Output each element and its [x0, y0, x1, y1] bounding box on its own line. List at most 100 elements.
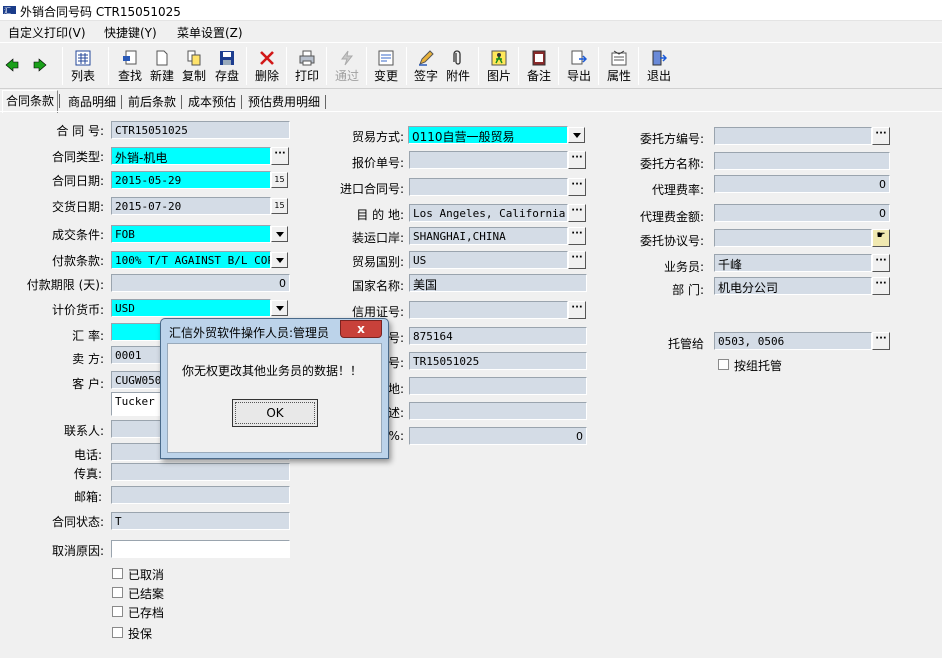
contract-type-lookup-button[interactable]: ··· — [271, 147, 289, 165]
calendar-icon[interactable]: 15 — [271, 172, 288, 188]
chevron-down-icon[interactable] — [271, 252, 288, 268]
country-lookup-button[interactable]: ··· — [568, 251, 586, 269]
quote-lookup-button[interactable]: ··· — [568, 151, 586, 169]
menu-shortcuts[interactable]: 快捷键(Y) — [104, 24, 157, 41]
note-button[interactable]: 备注 — [522, 45, 556, 87]
picture-button[interactable]: 图片 — [482, 45, 516, 87]
field-1[interactable]: 875164 — [409, 327, 587, 345]
payment-days-field[interactable]: 0 — [111, 274, 290, 292]
contract-date-field[interactable]: 2015-05-29 — [111, 171, 271, 189]
field-4[interactable] — [409, 402, 587, 420]
field-5[interactable]: 0 — [409, 427, 587, 445]
tab-cost-estimate[interactable]: 成本预估 — [185, 92, 243, 112]
note-icon — [532, 50, 546, 66]
properties-button[interactable]: 属性 — [602, 45, 636, 87]
cancelled-checkbox[interactable] — [112, 568, 123, 579]
payment-days-label: 付款期限 (天): — [26, 278, 104, 292]
arrow-left-icon — [5, 58, 19, 72]
payment-terms-select[interactable]: 100% T/T AGAINST B/L COPY — [111, 251, 271, 269]
contract-type-field[interactable]: 外销-机电 — [111, 147, 271, 165]
deal-terms-select[interactable]: FOB — [111, 225, 271, 243]
tab-pre-post-terms[interactable]: 前后条款 — [125, 92, 183, 112]
closed-label: 已结案 — [128, 587, 165, 601]
client-no-label: 委托方编号: — [639, 132, 704, 146]
tab-goods-detail[interactable]: 商品明细 — [65, 92, 123, 112]
destination-label: 目 的 地: — [356, 208, 404, 222]
salesman-field[interactable]: 千峰 — [714, 254, 872, 272]
seller-label: 卖 方: — [72, 352, 104, 366]
department-field[interactable]: 机电分公司 — [714, 277, 872, 295]
export-button[interactable]: 导出 — [562, 45, 596, 87]
fax-field[interactable] — [111, 463, 290, 481]
chevron-down-icon[interactable] — [271, 300, 288, 316]
group-custody-checkbox[interactable] — [718, 359, 729, 370]
closed-checkbox[interactable] — [112, 587, 123, 598]
field-3[interactable] — [409, 377, 587, 395]
payment-terms-label: 付款条款: — [51, 254, 104, 268]
dialog-title: 汇信外贸软件操作人员:管理员 — [169, 326, 330, 340]
delete-icon — [260, 51, 274, 65]
exit-button[interactable]: 退出 — [642, 45, 676, 87]
trade-mode-label: 贸易方式: — [351, 130, 404, 144]
menu-custom-print[interactable]: 自定义打印(V) — [8, 24, 86, 41]
delivery-date-field[interactable]: 2015-07-20 — [111, 197, 271, 215]
import-contract-field[interactable] — [409, 178, 568, 196]
custody-lookup-button[interactable]: ··· — [872, 332, 890, 350]
change-icon — [378, 50, 394, 66]
currency-select[interactable]: USD — [111, 299, 271, 317]
port-field[interactable]: SHANGHAI,CHINA — [409, 227, 568, 245]
chevron-down-icon[interactable] — [568, 127, 585, 143]
client-lookup-button[interactable]: ··· — [872, 127, 890, 145]
destination-field[interactable]: Los Angeles, California — [409, 204, 568, 222]
delivery-date-label: 交货日期: — [51, 200, 104, 214]
save-button[interactable]: 存盘 — [210, 45, 244, 87]
contract-status-field[interactable]: T — [111, 512, 290, 530]
contract-no-field[interactable]: CTR15051025 — [111, 121, 290, 139]
nation-name-field[interactable]: 美国 — [409, 274, 587, 292]
department-lookup-button[interactable]: ··· — [872, 277, 890, 295]
permission-error-dialog: 汇信外贸软件操作人员:管理员 x 你无权更改其他业务员的数据！！ OK — [160, 318, 389, 459]
change-button[interactable]: 变更 — [369, 45, 403, 87]
menu-bar: 自定义打印(V) 快捷键(Y) 菜单设置(Z) — [0, 21, 942, 42]
port-lookup-button[interactable]: ··· — [568, 227, 586, 245]
insured-checkbox[interactable] — [112, 627, 123, 638]
chevron-down-icon[interactable] — [271, 226, 288, 242]
tab-expense-estimate[interactable]: 预估费用明细 — [245, 92, 327, 112]
quote-no-label: 报价单号: — [351, 156, 404, 170]
pass-button[interactable]: 通过 — [330, 45, 364, 87]
lc-lookup-button[interactable]: ··· — [568, 301, 586, 319]
cancel-reason-field[interactable] — [111, 540, 290, 558]
field-2[interactable]: TR15051025 — [409, 352, 587, 370]
delete-button[interactable]: 删除 — [250, 45, 284, 87]
archived-checkbox[interactable] — [112, 606, 123, 617]
next-button[interactable] — [28, 45, 62, 87]
agreement-no-field[interactable] — [714, 229, 872, 247]
agent-rate-field[interactable]: 0 — [714, 175, 890, 193]
attach-button[interactable]: 附件 — [441, 45, 475, 87]
trade-mode-select[interactable]: 0110自营一般贸易 — [408, 126, 568, 144]
cancel-reason-label: 取消原因: — [51, 544, 104, 558]
list-button[interactable]: 列表 — [66, 45, 100, 87]
trade-country-field[interactable]: US — [409, 251, 568, 269]
agent-amount-field[interactable]: 0 — [714, 204, 890, 222]
print-button[interactable]: 打印 — [290, 45, 324, 87]
ok-button[interactable]: OK — [232, 399, 318, 427]
destination-lookup-button[interactable]: ··· — [568, 204, 586, 222]
quote-no-field[interactable] — [409, 151, 568, 169]
customer-label: 客 户: — [72, 377, 104, 391]
hand-pointer-icon[interactable]: ☛ — [872, 229, 890, 247]
salesman-lookup-button[interactable]: ··· — [872, 254, 890, 272]
close-icon[interactable]: x — [340, 320, 382, 338]
menu-settings[interactable]: 菜单设置(Z) — [177, 24, 243, 41]
currency-label: 计价货币: — [51, 303, 104, 317]
list-icon — [75, 50, 91, 66]
tab-contract-terms[interactable]: 合同条款 — [2, 90, 61, 113]
import-contract-lookup-button[interactable]: ··· — [568, 178, 586, 196]
window-title: 外销合同号码 CTR15051025 — [20, 5, 181, 19]
email-field[interactable] — [111, 486, 290, 504]
client-no-field[interactable] — [714, 127, 872, 145]
calendar-icon[interactable]: 15 — [271, 198, 288, 214]
custody-field[interactable]: 0503, 0506 — [714, 332, 872, 350]
lc-no-field[interactable] — [409, 301, 568, 319]
client-name-field[interactable] — [714, 152, 890, 170]
